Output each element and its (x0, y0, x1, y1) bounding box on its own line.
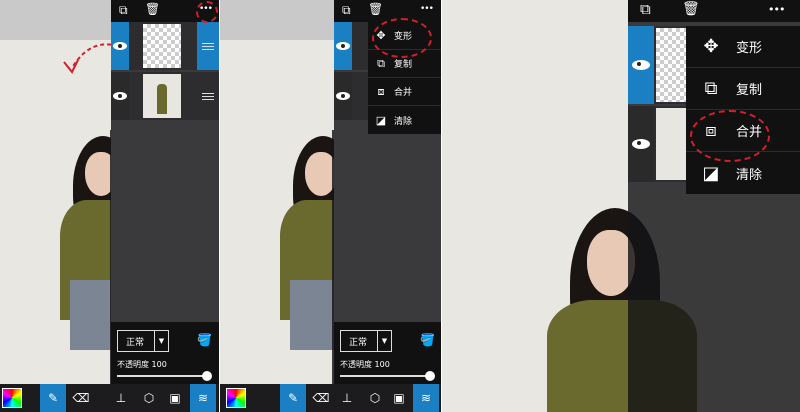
eraser-icon: ◪ (702, 162, 720, 184)
layer-thumbnail (656, 28, 686, 102)
eraser-tool-icon[interactable]: ⌫ (310, 384, 332, 412)
highlight-circle (196, 1, 218, 23)
screenshot-panel-3: ⧉ 🗑 ••• ✥ 变形 ⧉ 复制 ⧈ 合并 ◪ 清除 (442, 0, 800, 412)
color-swatch[interactable] (2, 388, 22, 408)
layers-tool-icon[interactable]: ≋ (190, 384, 216, 412)
menu-item-merge[interactable]: ⧈ 合并 (368, 78, 441, 106)
layer-row-1[interactable] (111, 22, 219, 70)
add-layer-icon[interactable]: ⧉ (640, 2, 651, 17)
duplicate-icon: ⧉ (704, 78, 718, 99)
visibility-toggle[interactable] (334, 72, 352, 120)
opacity-label: 不透明度 100 (340, 360, 390, 369)
chevron-down-icon: ▼ (154, 331, 168, 351)
selection-tool-icon[interactable]: ⬡ (138, 384, 160, 412)
eye-icon (336, 42, 350, 50)
layers-toolbar: ⧉ 🗑 ••• (334, 0, 441, 22)
eye-icon (113, 92, 127, 100)
layers-tool-icon[interactable]: ≋ (413, 384, 439, 412)
layer-thumbnail (143, 24, 181, 68)
eye-icon (632, 60, 650, 70)
add-layer-icon[interactable]: ⧉ (342, 4, 351, 16)
visibility-toggle[interactable] (111, 72, 129, 120)
opacity-slider[interactable] (117, 375, 207, 377)
image-tool-icon[interactable]: ▣ (164, 384, 186, 412)
smudge-tool-icon[interactable]: ⊥ (110, 384, 132, 412)
layer-options-menu: ✥ 变形 ⧉ 复制 ⧈ 合并 ◪ 清除 (686, 26, 800, 194)
trash-icon[interactable]: 🗑 (368, 3, 383, 15)
layers-panel: ⧉ 🗑 ••• (111, 0, 219, 340)
opacity-slider-knob[interactable] (202, 371, 212, 381)
menu-item-transform[interactable]: ✥ 变形 (686, 26, 800, 68)
more-options-icon[interactable]: ••• (420, 5, 434, 14)
screenshot-panel-1: ⧉ 🗑 ••• 正常 ▼ 🪣 不透明度 100 ✎ ⌫ ⊥ ⬡ ▣ ≋ (0, 0, 219, 412)
layer-properties: 正常 ▼ 🪣 不透明度 100 (334, 322, 441, 384)
opacity-slider-knob[interactable] (425, 371, 435, 381)
menu-item-duplicate[interactable]: ⧉ 复制 (686, 68, 800, 110)
image-tool-icon[interactable]: ▣ (388, 384, 410, 412)
trash-icon[interactable]: 🗑 (145, 3, 160, 15)
chevron-down-icon: ▼ (377, 331, 391, 351)
selection-tool-icon[interactable]: ⬡ (364, 384, 386, 412)
bottom-toolbar: ✎ ⌫ ⊥ ⬡ ▣ ≋ (0, 384, 219, 412)
move-icon: ✥ (703, 36, 719, 57)
blend-mode-select[interactable]: 正常 ▼ (340, 330, 392, 352)
dark-layer-overlay (628, 196, 800, 412)
smudge-tool-icon[interactable]: ⊥ (336, 384, 358, 412)
visibility-toggle[interactable] (628, 106, 654, 182)
eye-icon (336, 92, 350, 100)
trash-icon[interactable]: 🗑 (682, 2, 700, 16)
layers-toolbar: ⧉ 🗑 ••• (628, 0, 800, 22)
opacity-slider[interactable] (340, 375, 430, 377)
screenshot-panel-2: ⧉ 🗑 ••• ✥ 变形 ⧉ 复制 ⧈ 合并 ◪ 清除 正常 ▼ 🪣 不透明度 … (220, 0, 441, 412)
visibility-toggle[interactable] (111, 22, 129, 70)
more-options-icon[interactable]: ••• (768, 4, 785, 15)
fill-bucket-icon[interactable]: 🪣 (420, 334, 435, 346)
color-swatch[interactable] (226, 388, 246, 408)
merge-icon: ⧈ (377, 84, 385, 98)
add-layer-icon[interactable]: ⧉ (119, 4, 128, 16)
eye-icon (113, 42, 127, 50)
opacity-label: 不透明度 100 (117, 360, 167, 369)
layer-row-2[interactable] (111, 72, 219, 120)
eraser-tool-icon[interactable]: ⌫ (70, 384, 92, 412)
duplicate-icon: ⧉ (377, 56, 385, 70)
eraser-icon: ◪ (375, 113, 387, 127)
highlight-circle (372, 18, 432, 58)
layer-thumbnail (143, 74, 181, 118)
visibility-toggle[interactable] (334, 22, 352, 70)
drag-handle[interactable] (197, 22, 219, 70)
layer-thumbnail (656, 108, 686, 180)
eye-icon (632, 139, 650, 149)
layer-properties: 正常 ▼ 🪣 不透明度 100 (111, 322, 219, 384)
brush-tool-icon[interactable]: ✎ (280, 384, 306, 412)
bottom-toolbar: ✎ ⌫ ⊥ ⬡ ▣ ≋ (220, 384, 441, 412)
drag-handle[interactable] (197, 72, 219, 120)
menu-item-clear[interactable]: ◪ 清除 (368, 106, 441, 134)
brush-tool-icon[interactable]: ✎ (40, 384, 66, 412)
fill-bucket-icon[interactable]: 🪣 (197, 334, 212, 346)
visibility-toggle[interactable] (628, 26, 654, 104)
blend-mode-select[interactable]: 正常 ▼ (117, 330, 169, 352)
highlight-circle (690, 110, 770, 162)
